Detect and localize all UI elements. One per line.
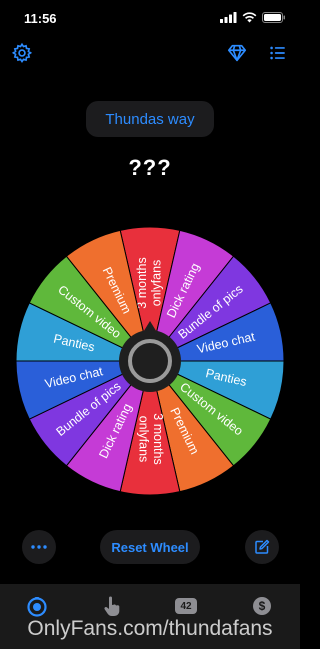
wheel-icon: [27, 597, 47, 617]
spin-result: ???: [128, 155, 172, 180]
edit-button[interactable]: [245, 530, 279, 564]
settings-button[interactable]: [11, 42, 33, 64]
tap-icon: [104, 596, 120, 616]
tab-wheel[interactable]: [25, 594, 49, 618]
dollar-icon: $: [253, 597, 271, 615]
ellipsis-icon: [31, 545, 47, 549]
list-icon: [270, 46, 285, 60]
status-time: 11:56: [24, 11, 57, 26]
premium-button[interactable]: [226, 42, 248, 64]
wheel-title-button[interactable]: Thundas way: [86, 101, 214, 137]
tab-dollar[interactable]: $: [250, 594, 274, 618]
wheel-segment-label: 3 monthsonlyfans: [135, 257, 163, 308]
prize-wheel[interactable]: 3 monthsonlyfans Dick ratingBundle of pic…: [14, 225, 286, 497]
more-button[interactable]: [22, 530, 56, 564]
diamond-icon: [227, 44, 247, 62]
reset-wheel-button[interactable]: Reset Wheel: [100, 530, 200, 564]
tab-tap[interactable]: [100, 594, 124, 618]
wheel-segment-label: 3 monthsonlyfans: [136, 413, 164, 464]
watermark: OnlyFans.com/thundafans: [27, 617, 273, 640]
status-bar: 11:56: [0, 0, 300, 36]
gear-icon: [11, 42, 33, 64]
signal-icon: [220, 12, 237, 23]
edit-icon: [255, 539, 270, 554]
status-icons: [220, 12, 286, 23]
list-button[interactable]: [267, 42, 289, 64]
counter-badge: 42: [175, 598, 197, 614]
battery-icon: [262, 12, 285, 23]
wifi-icon: [242, 12, 257, 23]
tab-counter[interactable]: 42: [174, 594, 198, 618]
